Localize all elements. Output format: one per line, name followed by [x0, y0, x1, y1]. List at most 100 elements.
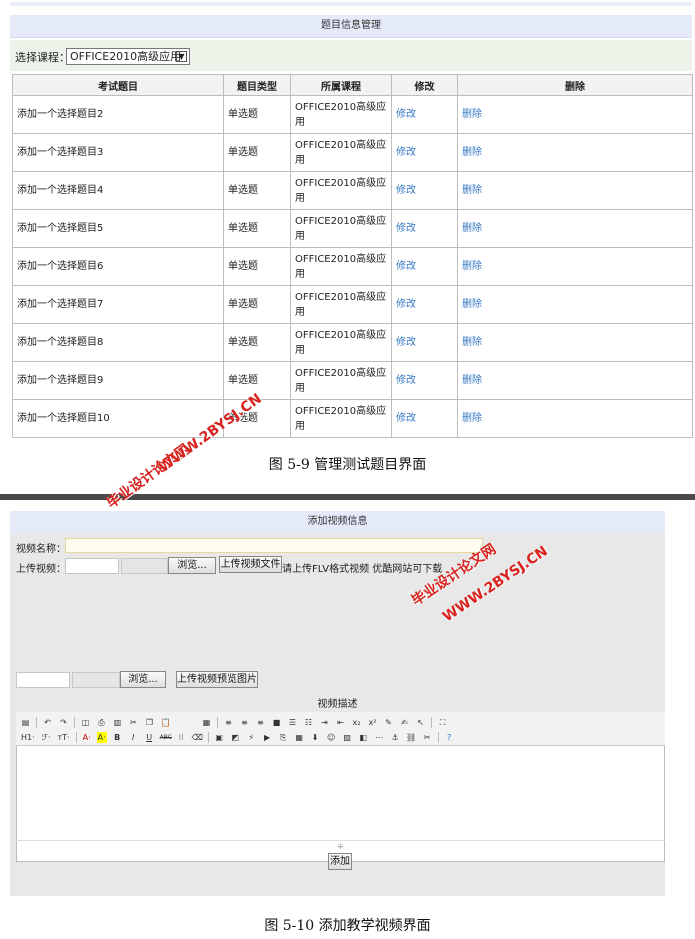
upload-preview-button[interactable]: 上传视频预览图片 [176, 671, 258, 688]
table-icon[interactable]: ▦ [294, 732, 305, 743]
edit-link[interactable]: 修改 [391, 323, 458, 362]
copy-icon[interactable]: ❐ [144, 717, 155, 728]
anchor-icon[interactable]: ⚓ [390, 732, 401, 743]
delete-link[interactable]: 删除 [457, 399, 693, 438]
header-edit: 修改 [391, 74, 458, 96]
line-height-icon[interactable]: ⁝⁝ [176, 732, 187, 743]
template-icon[interactable]: ▥ [112, 717, 123, 728]
video-name-input[interactable] [65, 538, 483, 553]
delete-link[interactable]: 删除 [457, 171, 693, 210]
preview-icon[interactable]: ◫ [80, 717, 91, 728]
edit-link[interactable]: 修改 [391, 285, 458, 324]
flash-icon[interactable]: ⚡ [246, 732, 257, 743]
strikethrough-button[interactable]: ABC [160, 732, 172, 743]
toolbar-separator [74, 716, 75, 728]
question-title-cell: 添加一个选择题目2 [12, 95, 224, 134]
multi-image-icon[interactable]: ◩ [230, 732, 241, 743]
bold-button[interactable]: B [112, 732, 123, 743]
toolbar-separator [431, 716, 432, 728]
browse-video-button[interactable]: 浏览... [168, 557, 216, 574]
figure-caption-5-10: 图 5-10 添加教学视频界面 [264, 918, 431, 934]
source-icon[interactable]: ▤ [20, 717, 31, 728]
page-break-icon[interactable]: ⋯ [374, 732, 385, 743]
cut-icon[interactable]: ✂ [128, 717, 139, 728]
add-button[interactable]: 添加 [328, 853, 352, 870]
question-type-cell: 单选题 [223, 247, 291, 286]
paste-word-icon[interactable]: ▦ [201, 717, 212, 728]
table-row: 添加一个选择题目4 单选题 OFFICE2010高级应用 修改 删除 [12, 171, 693, 210]
toolbar-separator [217, 716, 218, 728]
delete-link[interactable]: 删除 [457, 133, 693, 172]
font-size-dropdown[interactable]: тT· [57, 732, 71, 743]
align-center-icon[interactable]: ≡ [239, 717, 250, 728]
edit-link[interactable]: 修改 [391, 209, 458, 248]
outdent-icon[interactable]: ⇤ [335, 717, 346, 728]
media-icon[interactable]: ▶ [262, 732, 273, 743]
table-row: 添加一个选择题目3 单选题 OFFICE2010高级应用 修改 删除 [12, 133, 693, 172]
delete-link[interactable]: 删除 [457, 95, 693, 134]
link-icon[interactable]: ⛓ [406, 732, 417, 743]
edit-link[interactable]: 修改 [391, 247, 458, 286]
select-all-icon[interactable]: ✍ [399, 717, 410, 728]
question-title-cell: 添加一个选择题目4 [12, 171, 224, 210]
font-color-icon[interactable]: A· [82, 732, 92, 743]
fullscreen-icon[interactable]: ⛶ [437, 717, 448, 728]
highlight-color-icon[interactable]: A· [96, 731, 107, 743]
code-icon[interactable]: ◧ [358, 732, 369, 743]
font-family-dropdown[interactable]: ℱ· [41, 732, 52, 743]
course-cell: OFFICE2010高级应用 [290, 133, 392, 172]
question-table: 考试题目 题目类型 所属课程 修改 删除 添加一个选择题目2 单选题 OFFICE2… [12, 74, 693, 438]
upload-video-button[interactable]: 上传视频文件 [219, 556, 282, 573]
course-select[interactable]: OFFICE2010高级应用 ▼ [66, 48, 190, 65]
question-title-cell: 添加一个选择题目5 [12, 209, 224, 248]
image-icon[interactable]: ▣ [214, 732, 225, 743]
align-left-icon[interactable]: ≡ [223, 717, 234, 728]
map-icon[interactable]: ▨ [342, 732, 353, 743]
question-title-cell: 添加一个选择题目7 [12, 285, 224, 324]
question-type-cell: 单选题 [223, 209, 291, 248]
delete-link[interactable]: 删除 [457, 209, 693, 248]
undo-icon[interactable]: ↶ [42, 717, 53, 728]
delete-link[interactable]: 删除 [457, 247, 693, 286]
redo-icon[interactable]: ↷ [58, 717, 69, 728]
help-icon[interactable]: ? [444, 732, 455, 743]
delete-link[interactable]: 删除 [457, 323, 693, 362]
question-title-cell: 添加一个选择题目9 [12, 361, 224, 400]
video-file-box [121, 558, 168, 574]
edit-link[interactable]: 修改 [391, 171, 458, 210]
align-right-icon[interactable]: ≡ [255, 717, 266, 728]
emoticon-icon[interactable]: ☺ [326, 732, 337, 743]
superscript-icon[interactable]: x² [367, 717, 378, 728]
video-file-path[interactable] [65, 558, 119, 574]
edit-link[interactable]: 修改 [391, 133, 458, 172]
course-cell: OFFICE2010高级应用 [290, 399, 392, 438]
subscript-icon[interactable]: x₂ [351, 717, 362, 728]
indent-icon[interactable]: ⇥ [319, 717, 330, 728]
edit-link[interactable]: 修改 [391, 95, 458, 134]
clear-format-icon[interactable]: ✎ [383, 717, 394, 728]
unordered-list-icon[interactable]: ☷ [303, 717, 314, 728]
browse-preview-button[interactable]: 浏览... [120, 671, 166, 688]
remove-format-icon[interactable]: ⌫ [192, 732, 203, 743]
align-justify-icon[interactable]: ■ [271, 717, 282, 728]
chevron-down-icon[interactable]: ▼ [176, 51, 187, 62]
editor-toolbar: ▤ ↶ ↷ ◫ ⎙ ▥ ✂ ❐ 📋 ▦ ≡ ≡ ≡ ■ ☰ ☷ ⇥ ⇤ x₂ x… [16, 712, 665, 746]
edit-link[interactable]: 修改 [391, 361, 458, 400]
edit-link[interactable]: 修改 [391, 399, 458, 438]
delete-link[interactable]: 删除 [457, 361, 693, 400]
delete-link[interactable]: 删除 [457, 285, 693, 324]
editor-resize-bar[interactable]: ⁜ [16, 840, 665, 853]
ordered-list-icon[interactable]: ☰ [287, 717, 298, 728]
heading-dropdown[interactable]: H1· [20, 732, 36, 743]
pointer-icon[interactable]: ↖ [415, 717, 426, 728]
unlink-icon[interactable]: ✂ [422, 732, 433, 743]
hr-icon[interactable]: ⬇ [310, 732, 321, 743]
italic-button[interactable]: I [128, 732, 139, 743]
top-strip [10, 2, 692, 6]
preview-file-path[interactable] [16, 672, 70, 688]
print-icon[interactable]: ⎙ [96, 717, 107, 728]
underline-button[interactable]: U [144, 732, 155, 743]
paste-icon[interactable]: 📋 [160, 717, 171, 728]
attachment-icon[interactable]: ⎘ [278, 732, 289, 743]
question-title-cell: 添加一个选择题目3 [12, 133, 224, 172]
